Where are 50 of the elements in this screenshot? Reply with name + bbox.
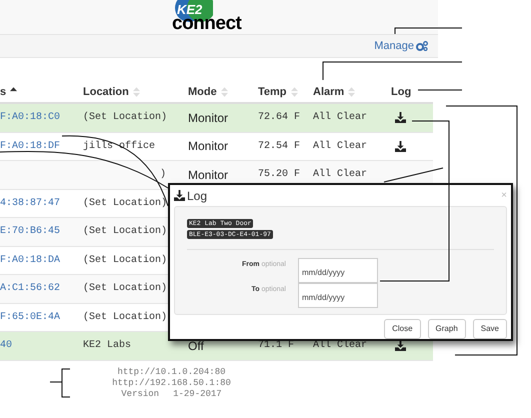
- address-link[interactable]: F:A0:18:C0: [0, 110, 60, 126]
- address-link[interactable]: 40: [0, 338, 12, 354]
- table-cell-text: jills office: [83, 140, 156, 154]
- address-link[interactable]: 4:38:87:47: [0, 196, 60, 211]
- version-text: 1-29-2017: [173, 388, 222, 400]
- table-cell-text: All Clear: [313, 110, 368, 126]
- dialog-button[interactable]: Graph: [428, 319, 466, 339]
- column-header[interactable]: Location: [75, 84, 180, 100]
- table-row[interactable]: F:A0:18:C0 (Set Location) Monitor 72.64 F All Clear: [0, 104, 433, 132]
- table-cell-text: (Set Location): [83, 224, 168, 240]
- leader-line: [394, 28, 462, 34]
- table-cell-text: (Set Location): [83, 310, 168, 325]
- download-icon: [174, 190, 185, 202]
- table-cell-text: Monitor: [188, 110, 228, 127]
- table-cell-text: 72.64 F: [258, 111, 300, 126]
- table-cell-text: 72.54 F: [258, 140, 300, 154]
- table-cell-text: KE2 Labs: [83, 338, 132, 354]
- address-link[interactable]: F:65:0E:4A: [0, 310, 60, 325]
- date-field[interactable]: mm/dd/yyyy: [298, 258, 378, 284]
- dialog-button[interactable]: Close: [384, 319, 421, 339]
- column-header[interactable]: Temp: [250, 84, 305, 100]
- address-link[interactable]: A:C1:56:62: [0, 281, 60, 296]
- table-cell-text: All Clear: [313, 140, 368, 154]
- address-link[interactable]: F:A0:18:DF: [0, 138, 60, 154]
- date-field[interactable]: mm/dd/yyyy: [298, 283, 378, 308]
- table-cell-text: (Set Location): [83, 282, 168, 296]
- table-cell-text: (Set Location): [83, 254, 168, 268]
- version-label: Version: [121, 388, 160, 400]
- url-text: http://10.1.0.204:80: [117, 366, 226, 378]
- table-row[interactable]: F:A0:18:DF jills office Monitor 72.54 F All Clear: [0, 132, 433, 161]
- dialog-button[interactable]: Save: [472, 319, 507, 339]
- dialog-title: Log: [187, 188, 208, 205]
- url-text: http://192.168.50.1:80: [112, 378, 231, 388]
- table-cell-text: Monitor: [188, 138, 228, 156]
- table-cell-text: Monitor: [188, 166, 228, 184]
- table-cell-text: All Clear: [313, 168, 368, 182]
- table-cell-text: ): [160, 168, 166, 182]
- address-link[interactable]: F:A0:18:DA: [0, 252, 60, 268]
- table-cell-text: (Set Location): [83, 110, 168, 126]
- gears-icon: [416, 41, 428, 51]
- column-header[interactable]: Alarm: [305, 84, 383, 100]
- column-header[interactable]: Log: [383, 84, 433, 100]
- table-cell-text: 75.20 F: [258, 168, 300, 182]
- manage-link[interactable]: Manage: [374, 38, 428, 54]
- table-cell-text: Off: [188, 338, 204, 355]
- address-link[interactable]: E:70:B6:45: [0, 224, 60, 240]
- column-header[interactable]: s: [0, 84, 75, 100]
- logo: KE2 connect: [171, 0, 243, 34]
- table-cell-text: (Set Location): [83, 196, 168, 211]
- column-header[interactable]: Mode: [180, 84, 250, 100]
